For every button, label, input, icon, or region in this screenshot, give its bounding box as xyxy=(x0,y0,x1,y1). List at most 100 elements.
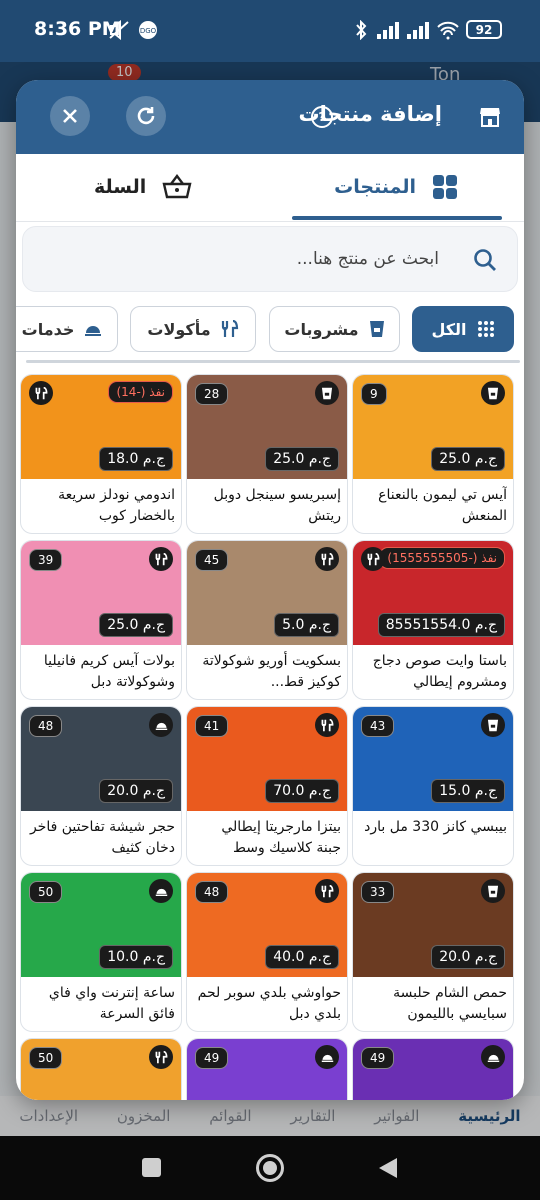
filter-all-label: الكل xyxy=(431,319,467,339)
products-grid: 9 25.0 ج.م آيس تي ليمون بالنعناع المنعش 28 2… xyxy=(16,372,524,1100)
active-tab-indicator xyxy=(292,216,502,220)
utensils-icon xyxy=(315,879,339,903)
cup-icon xyxy=(369,321,384,337)
stock-badge: 48 xyxy=(29,715,63,737)
stock-badge: 28 xyxy=(195,383,229,405)
product-name: بيتزا مارجريتا إيطالي جبنة كلاسيك وسط xyxy=(221,819,341,856)
info-icon[interactable]: ? xyxy=(311,106,333,128)
price-tag: 20.0 ج.م xyxy=(431,945,505,969)
tab-cart-label: السلة xyxy=(94,176,147,198)
utensils-icon xyxy=(29,381,53,405)
stock-badge: 33 xyxy=(361,881,395,903)
cup-icon xyxy=(481,879,505,903)
price-tag: 25.0 ج.م xyxy=(265,447,339,471)
utensils-icon xyxy=(361,547,385,571)
close-icon xyxy=(63,109,77,123)
dialog-tabs: المنتجات السلة xyxy=(16,154,524,222)
product-card[interactable]: 45 5.0 ج.م بسكويت أوريو شوكولاتة كوكيز قط.… xyxy=(186,540,348,700)
screen: 8:36 PM DGO 92 10 Ton الرئيسية الفواتير … xyxy=(0,0,540,1200)
product-name: اندومي نودلز سريعة بالخضار كوب xyxy=(58,487,175,524)
search-icon xyxy=(474,249,496,271)
price-tag: 70.0 ج.م xyxy=(265,779,339,803)
product-name: حجر شيشة تفاحتين فاخر دخان كثيف xyxy=(29,819,175,856)
battery-icon: 92 xyxy=(466,20,502,39)
bluetooth-icon xyxy=(356,20,367,40)
price-tag: 40.0 ج.م xyxy=(265,945,339,969)
recents-button[interactable] xyxy=(142,1158,161,1177)
stock-badge: 49 xyxy=(195,1047,229,1069)
filter-services[interactable]: خدمات xyxy=(16,306,118,352)
filter-food[interactable]: مأكولات xyxy=(130,306,256,352)
stock-badge: 50 xyxy=(29,881,63,903)
refresh-button[interactable] xyxy=(126,96,166,136)
add-products-dialog: إضافة منتجات ? المنتجات السلة ابحث عن من… xyxy=(16,80,524,1100)
product-card[interactable]: 48 20.0 ج.م حجر شيشة تفاحتين فاخر دخان كثي… xyxy=(20,706,182,866)
product-card[interactable]: 33 20.0 ج.م حمص الشام حلبسة سبايسي بالليمو… xyxy=(352,872,514,1032)
cup-icon xyxy=(315,381,339,405)
service-bell-icon xyxy=(85,326,102,336)
mute-icon xyxy=(109,20,129,40)
home-button[interactable] xyxy=(256,1154,284,1182)
stock-badge: 43 xyxy=(361,715,395,737)
wifi-icon xyxy=(437,21,459,40)
product-card[interactable]: 49 xyxy=(186,1038,348,1100)
utensils-icon xyxy=(149,547,173,571)
product-card[interactable]: 50 xyxy=(20,1038,182,1100)
product-name: بولات آيس كريم فانيليا وشوكولاتة دبل xyxy=(43,653,175,690)
cup-icon xyxy=(481,713,505,737)
utensils-icon xyxy=(221,320,238,337)
product-card[interactable]: 50 10.0 ج.م ساعة إنترنت واي فاي فائق السرع… xyxy=(20,872,182,1032)
stock-badge: 49 xyxy=(361,1047,395,1069)
service-icon xyxy=(149,879,173,903)
stock-badge: 9 xyxy=(361,383,387,405)
service-icon xyxy=(315,1045,339,1069)
filter-drinks[interactable]: مشروبات xyxy=(269,306,400,352)
price-tag: 25.0 ج.م xyxy=(99,613,173,637)
product-name: باستا وايت صوص دجاج ومشروم إيطالي xyxy=(372,653,507,690)
product-name: آيس تي ليمون بالنعناع المنعش xyxy=(378,487,507,524)
product-card[interactable]: 28 25.0 ج.م إسبريسو سينجل دوبل ريتش xyxy=(186,374,348,534)
stock-badge: نفذ (-14) xyxy=(108,381,173,403)
signal-icon-2 xyxy=(407,22,429,39)
product-card[interactable]: 43 15.0 ج.م بيبسي كانز 330 مل بارد xyxy=(352,706,514,866)
stock-badge: 41 xyxy=(195,715,229,737)
stock-badge: 48 xyxy=(195,881,229,903)
stock-badge: 45 xyxy=(195,549,229,571)
refresh-icon xyxy=(137,107,155,125)
tab-cart[interactable]: السلة xyxy=(94,170,192,204)
product-card[interactable]: 39 25.0 ج.م بولات آيس كريم فانيليا وشوكولا… xyxy=(20,540,182,700)
utensils-icon xyxy=(149,1045,173,1069)
filter-drinks-label: مشروبات xyxy=(284,319,359,339)
stock-badge: 50 xyxy=(29,1047,63,1069)
product-name: بيبسي كانز 330 مل بارد xyxy=(364,819,507,835)
service-icon xyxy=(481,1045,505,1069)
product-card[interactable]: 41 70.0 ج.م بيتزا مارجريتا إيطالي جبنة كلا… xyxy=(186,706,348,866)
dots-grid-icon xyxy=(477,321,494,337)
service-icon xyxy=(149,713,173,737)
product-card[interactable]: 49 xyxy=(352,1038,514,1100)
product-card[interactable]: نفذ (-1555555505) 85551554.0 ج.م باستا واي… xyxy=(352,540,514,700)
basket-icon xyxy=(162,174,192,199)
filter-all[interactable]: الكل xyxy=(412,306,514,352)
stock-badge: نفذ (-1555555505) xyxy=(379,547,505,569)
product-card[interactable]: 48 40.0 ج.م حواوشي بلدي سوبر لحم بلدي دبل xyxy=(186,872,348,1032)
price-tag: 85551554.0 ج.م xyxy=(377,613,505,637)
svg-text:DGO: DGO xyxy=(140,27,157,35)
close-button[interactable] xyxy=(50,96,90,136)
stock-badge: 39 xyxy=(29,549,63,571)
product-card[interactable]: 9 25.0 ج.م آيس تي ليمون بالنعناع المنعش xyxy=(352,374,514,534)
price-tag: 5.0 ج.م xyxy=(274,613,339,637)
dialog-header: إضافة منتجات ? xyxy=(16,80,524,154)
tab-products[interactable]: المنتجات xyxy=(334,170,458,204)
price-tag: 25.0 ج.م xyxy=(431,447,505,471)
store-icon xyxy=(480,108,500,127)
data-saver-icon: DGO xyxy=(139,21,157,39)
product-name: ساعة إنترنت واي فاي فائق السرعة xyxy=(48,985,175,1022)
product-card[interactable]: نفذ (-14) 18.0 ج.م اندومي نودلز سريعة بالخ… xyxy=(20,374,182,534)
product-name: حواوشي بلدي سوبر لحم بلدي دبل xyxy=(197,985,341,1022)
product-name: إسبريسو سينجل دوبل ريتش xyxy=(213,487,341,524)
back-button[interactable] xyxy=(378,1157,398,1179)
search-input[interactable]: ابحث عن منتج هنا... xyxy=(22,226,518,292)
price-tag: 20.0 ج.م xyxy=(99,779,173,803)
battery-level: 92 xyxy=(475,22,493,37)
